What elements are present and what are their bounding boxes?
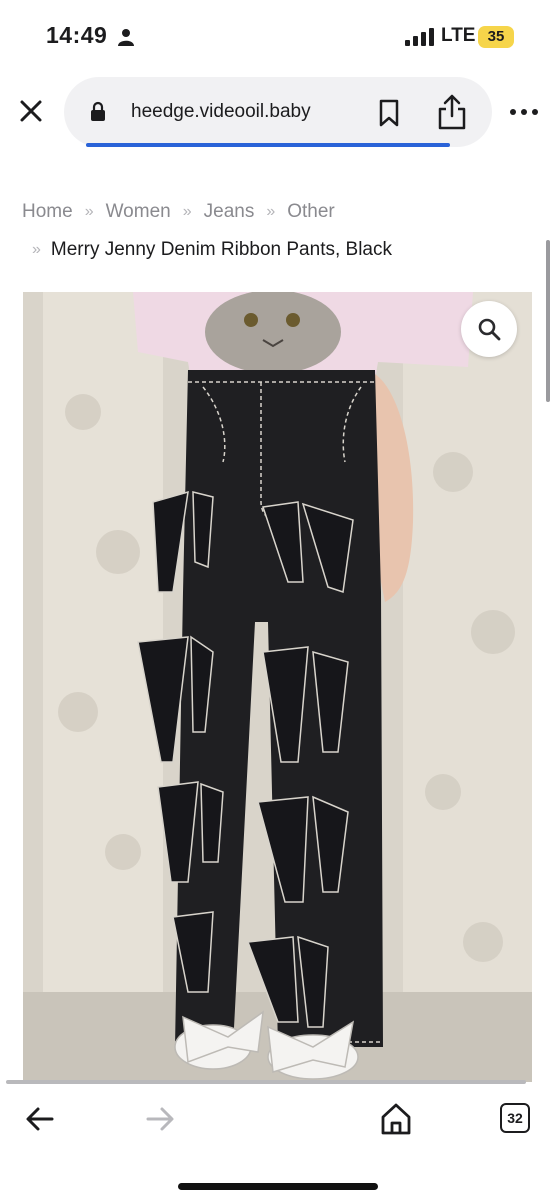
breadcrumb: Home » Women » Jeans » Other » Merry Jen…	[22, 201, 542, 260]
breadcrumb-separator: »	[84, 203, 94, 220]
tabs-button[interactable]: 32	[500, 1103, 530, 1133]
close-button[interactable]	[16, 96, 46, 126]
url-text[interactable]: heedge.videooil.baby	[131, 101, 311, 123]
back-arrow-icon[interactable]	[24, 1105, 56, 1133]
zoom-button[interactable]	[461, 301, 517, 357]
breadcrumb-women[interactable]: Women	[106, 201, 171, 223]
status-bar: 14:49 LTE 35	[0, 0, 555, 74]
signal-bars-icon	[405, 28, 434, 46]
breadcrumb-row: Home » Women » Jeans » Other	[22, 201, 542, 223]
address-bar[interactable]: heedge.videooil.baby	[64, 77, 492, 147]
breadcrumb-row: » Merry Jenny Denim Ribbon Pants, Black	[32, 239, 392, 261]
page-scroll-divider	[6, 1080, 526, 1084]
home-indicator[interactable]	[178, 1183, 378, 1190]
breadcrumb-jeans[interactable]: Jeans	[204, 201, 255, 223]
bookmark-icon[interactable]	[376, 99, 402, 127]
bottom-toolbar: 32	[0, 1085, 555, 1200]
battery-badge: 35	[478, 26, 514, 48]
breadcrumb-separator: »	[182, 203, 192, 220]
product-photo-illustration	[23, 292, 532, 1082]
status-time: 14:49	[46, 22, 108, 48]
close-icon	[20, 100, 42, 122]
breadcrumb-home[interactable]: Home	[22, 201, 73, 223]
breadcrumb-separator: »	[32, 241, 41, 258]
forward-arrow-icon[interactable]	[144, 1105, 176, 1133]
breadcrumb-other[interactable]: Other	[287, 201, 335, 223]
network-label: LTE	[441, 25, 476, 46]
lock-icon	[91, 101, 105, 121]
share-icon[interactable]	[436, 94, 468, 130]
product-image[interactable]	[23, 292, 532, 1082]
search-icon	[478, 318, 501, 341]
more-icon[interactable]	[508, 100, 540, 124]
home-icon[interactable]	[380, 1102, 412, 1136]
person-icon	[118, 29, 134, 46]
breadcrumb-current-product: Merry Jenny Denim Ribbon Pants, Black	[50, 239, 392, 260]
breadcrumb-separator: »	[266, 203, 276, 220]
scroll-indicator[interactable]	[546, 240, 550, 402]
load-progress-bar	[86, 143, 450, 147]
